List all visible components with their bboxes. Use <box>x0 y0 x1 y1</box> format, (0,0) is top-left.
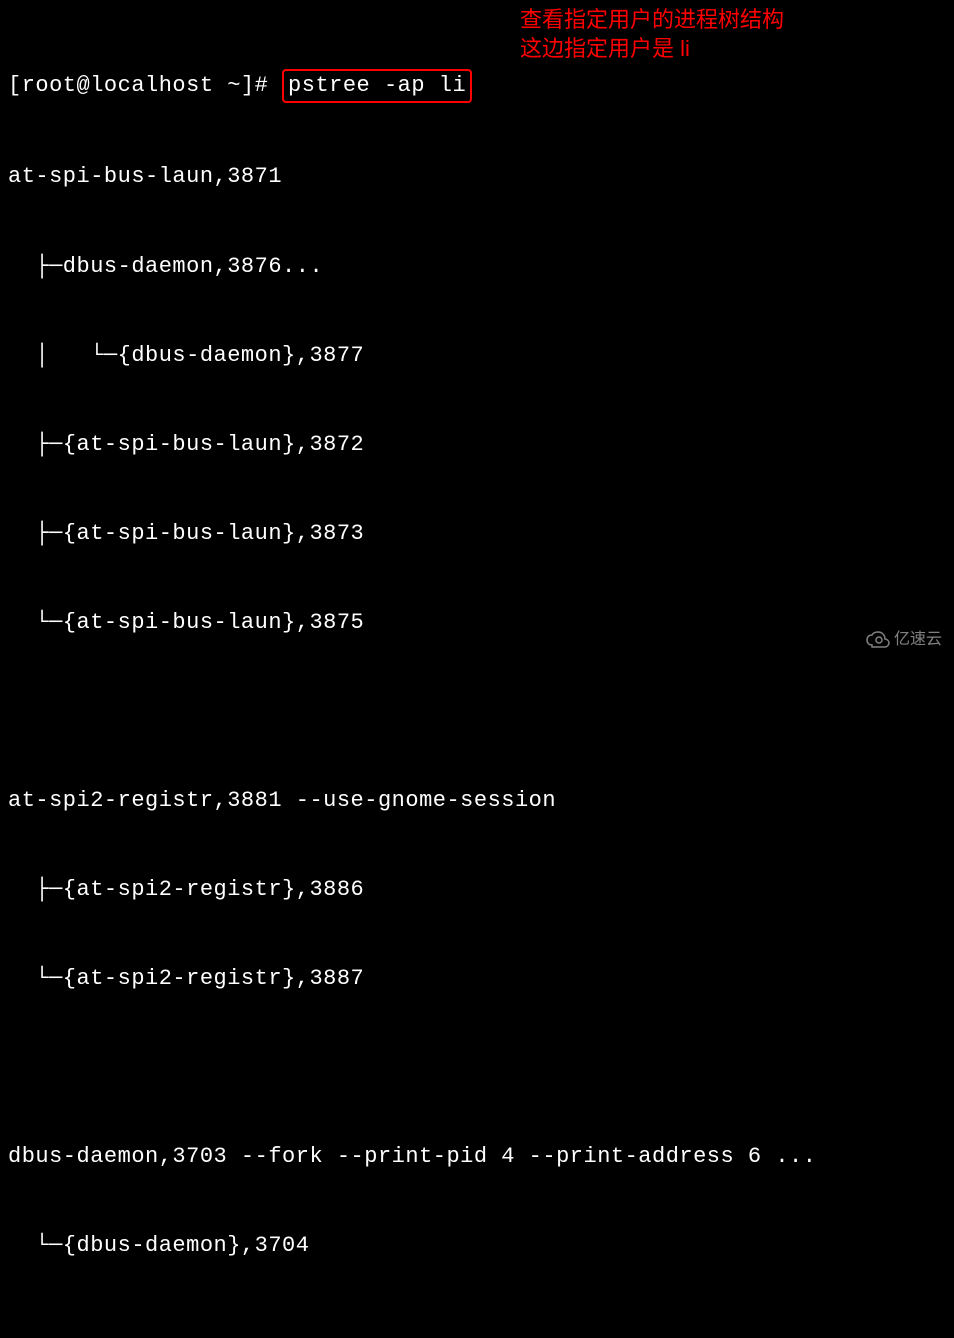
highlighted-command: pstree -ap li <box>282 69 472 103</box>
output-line: ├─{at-spi-bus-laun},3872 <box>8 430 946 460</box>
command-prompt-line: [root@localhost ~]# pstree -ap li <box>8 69 946 103</box>
output-line: ├─dbus-daemon,3876... <box>8 252 946 282</box>
watermark-text: 亿速云 <box>894 629 942 651</box>
output-line: │ └─{dbus-daemon},3877 <box>8 341 946 371</box>
cloud-icon <box>866 631 890 649</box>
blank-line <box>8 697 946 727</box>
terminal-output: [root@localhost ~]# pstree -ap li at-spi… <box>8 10 946 1338</box>
shell-prompt: [root@localhost ~]# <box>8 73 282 98</box>
blank-line <box>8 1053 946 1083</box>
output-line: ├─{at-spi-bus-laun},3873 <box>8 519 946 549</box>
annotation-text: 查看指定用户的进程树结构 这边指定用户是 li <box>520 6 784 63</box>
output-line: ├─{at-spi2-registr},3886 <box>8 875 946 905</box>
annotation-line-1: 查看指定用户的进程树结构 <box>520 6 784 35</box>
output-line: └─{at-spi-bus-laun},3875 <box>8 608 946 638</box>
watermark: 亿速云 <box>866 629 942 651</box>
output-line: at-spi2-registr,3881 --use-gnome-session <box>8 786 946 816</box>
output-line: └─{at-spi2-registr},3887 <box>8 964 946 994</box>
output-line: dbus-daemon,3703 --fork --print-pid 4 --… <box>8 1142 946 1172</box>
blank-line <box>8 1320 946 1338</box>
output-line: at-spi-bus-laun,3871 <box>8 162 946 192</box>
output-line: └─{dbus-daemon},3704 <box>8 1231 946 1261</box>
annotation-line-2: 这边指定用户是 li <box>520 35 784 64</box>
